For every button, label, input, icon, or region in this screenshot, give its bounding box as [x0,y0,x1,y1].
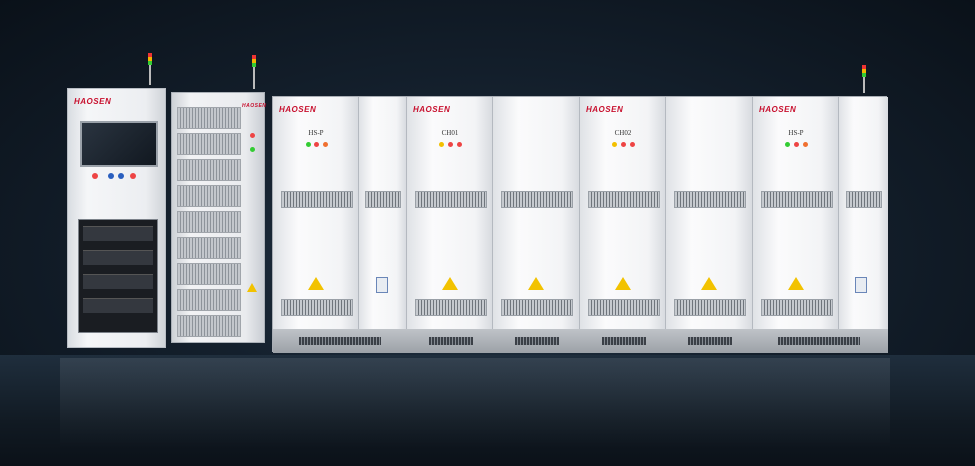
power-module [177,185,241,207]
vent-grille [365,191,401,208]
instrument-shelf [83,226,153,241]
vent-grille [281,191,353,208]
cabinet-door [493,97,580,329]
base-grille [778,337,860,345]
equipment-bay [78,219,158,333]
section-brand-logo: HAOSEN [586,105,624,114]
instrument-shelf [83,274,153,289]
vent-grille [588,191,660,208]
power-module [177,263,241,285]
section-brand-logo: HAOSEN [413,105,451,114]
power-module [177,107,241,129]
main-battery-test-cabinet: HAOSEN HAOSEN HAOSEN HAOSEN HS-P CH01 CH… [272,65,888,353]
control-button-icon [108,173,114,179]
indicator-light-icon [457,142,462,147]
indicator-light-icon [785,142,790,147]
cabinet-base [273,329,888,353]
section-brand-logo: HAOSEN [759,105,797,114]
indicator-light-icon [621,142,626,147]
status-light-icon [250,133,255,138]
vent-grille [501,299,573,316]
test-station-cabinet: HAOSEN [67,53,166,348]
vent-grille [415,299,487,316]
section-label: CH02 [614,129,632,137]
power-module [177,237,241,259]
cabinet-door [359,97,407,329]
high-voltage-warning-icon [308,277,324,290]
signal-tower-icon [862,65,866,93]
high-voltage-warning-icon [528,277,544,290]
high-voltage-warning-icon [701,277,717,290]
signal-tower-icon [148,53,152,85]
station-brand-logo: HAOSEN [74,97,112,106]
indicator-light-icon [323,142,328,147]
door-handle-icon [376,277,388,293]
equipment-reflection [60,358,890,448]
warning-icon [247,283,257,292]
status-light-icon [250,147,255,152]
stop-button-icon [130,173,136,179]
power-module [177,289,241,311]
indicator-light-icon [314,142,319,147]
power-module [177,159,241,181]
vent-grille [761,299,833,316]
vent-grille [761,191,833,208]
touch-screen [80,121,158,167]
vent-grille [588,299,660,316]
instrument-shelf [83,298,153,313]
section-label: HS-P [788,129,804,137]
high-voltage-warning-icon [788,277,804,290]
indicator-light-icon [630,142,635,147]
power-module [177,133,241,155]
cabinet-door [666,97,753,329]
vent-grille [846,191,882,208]
rack-brand-logo: HAOSEN [242,103,267,109]
indicator-light-icon [794,142,799,147]
vent-grille [674,299,746,316]
power-module [177,315,241,337]
high-voltage-warning-icon [442,277,458,290]
vent-grille [674,191,746,208]
indicator-light-icon [439,142,444,147]
base-grille [299,337,381,345]
vent-grille [415,191,487,208]
indicator-light-icon [448,142,453,147]
indicator-light-icon [306,142,311,147]
power-module [177,211,241,233]
instrument-shelf [83,250,153,265]
section-label: HS-P [308,129,324,137]
door-handle-icon [855,277,867,293]
power-module-rack: HAOSEN [171,55,267,343]
indicator-light-icon [803,142,808,147]
base-grille [515,337,559,345]
cabinet-door [839,97,888,329]
control-button-icon [118,173,124,179]
emergency-stop-icon [92,173,98,179]
base-grille [429,337,473,345]
vent-grille [281,299,353,316]
section-brand-logo: HAOSEN [279,105,317,114]
section-label: CH01 [441,129,459,137]
signal-tower-icon [252,55,256,89]
vent-grille [501,191,573,208]
indicator-light-icon [612,142,617,147]
base-grille [688,337,732,345]
high-voltage-warning-icon [615,277,631,290]
base-grille [602,337,646,345]
